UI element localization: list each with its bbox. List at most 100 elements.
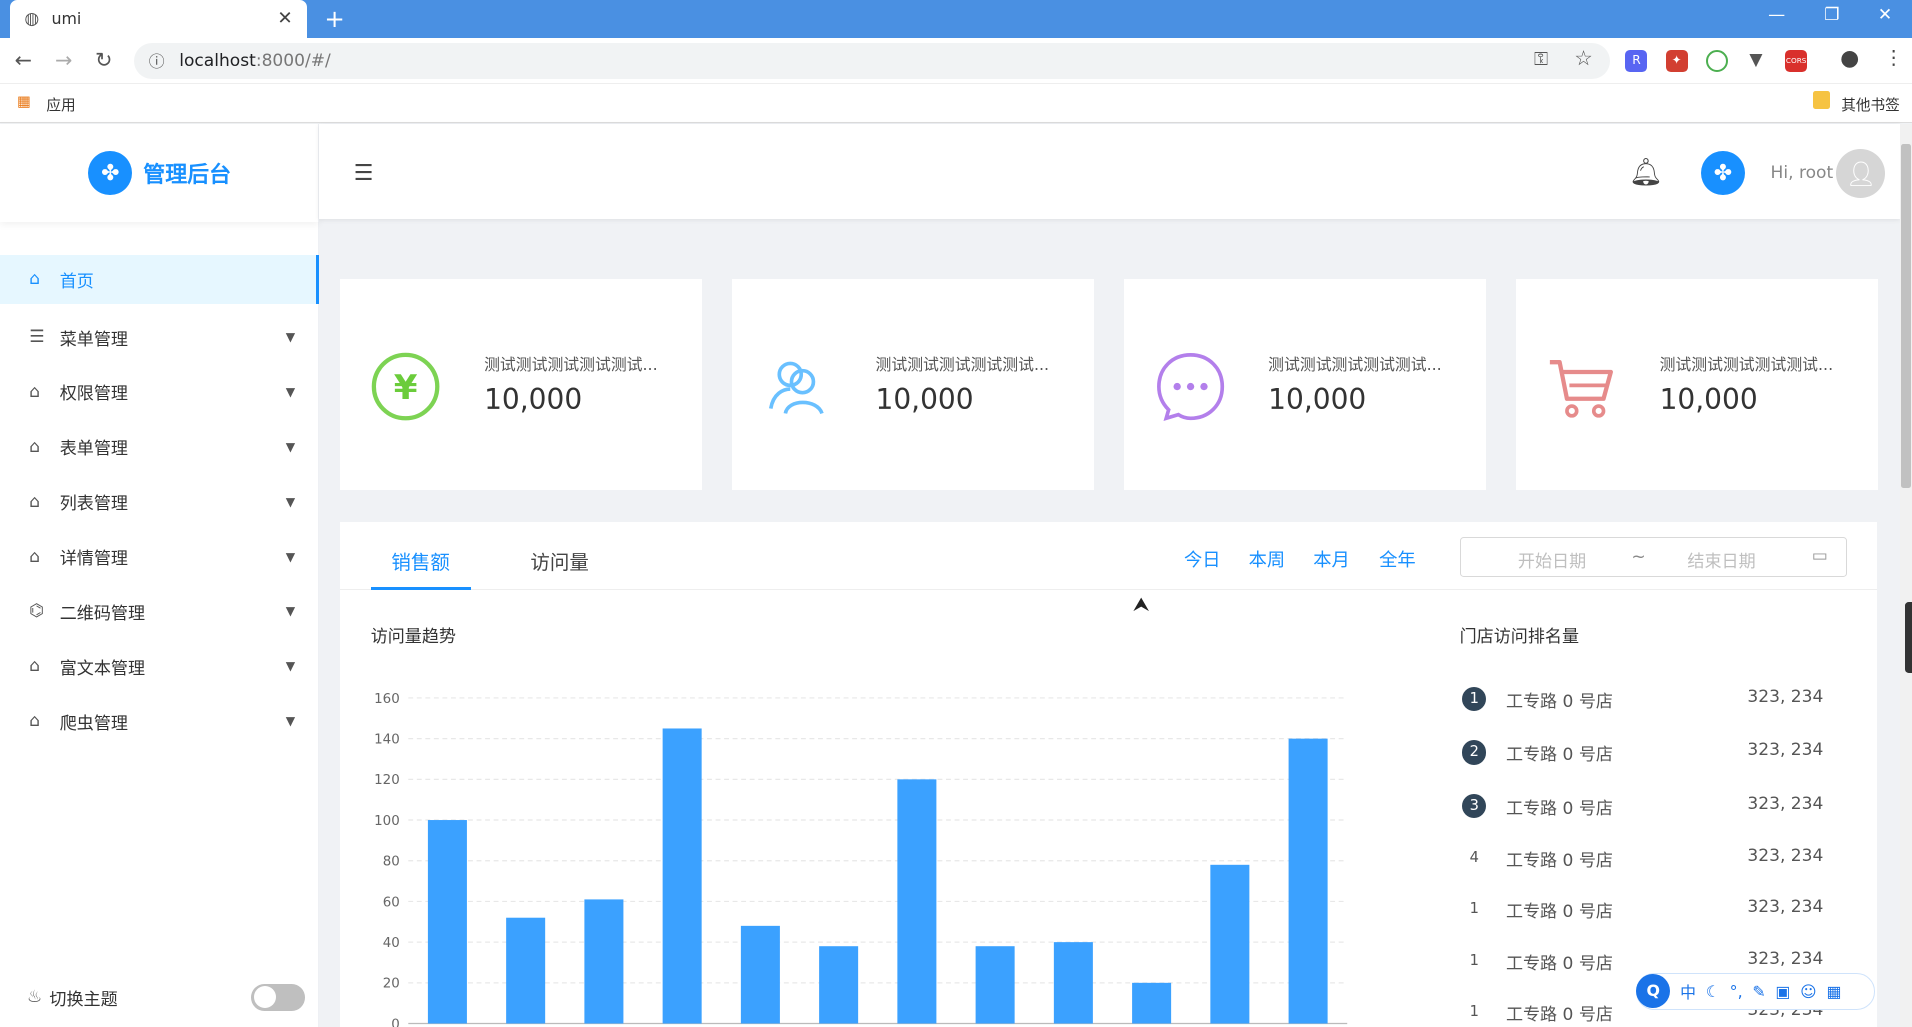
- sidebar-item-home[interactable]: ⌂ 首页: [0, 254, 320, 304]
- chevron-down-icon: ▼: [285, 659, 296, 674]
- user-greeting[interactable]: Hi, root: [1771, 163, 1834, 183]
- stat-card: 测试测试测试测试测试... 10,000: [731, 279, 1094, 491]
- punct-icon[interactable]: °,: [1730, 982, 1743, 1001]
- chart-bar[interactable]: [819, 945, 859, 1024]
- y-tick-label: 0: [391, 1017, 400, 1027]
- apps-grid-icon[interactable]: ▦: [17, 93, 31, 110]
- browser-tab[interactable]: ◍ umi ✕: [9, 0, 308, 38]
- clipboard-icon[interactable]: ▣: [1775, 982, 1790, 1001]
- y-tick-label: 40: [383, 936, 400, 951]
- sidebar-item-qrcode[interactable]: ⌬ 二维码管理 ▼: [0, 584, 319, 639]
- minimize-icon[interactable]: —: [1768, 5, 1785, 25]
- chevron-down-icon: ▼: [285, 330, 296, 345]
- url-bar[interactable]: ⓘ localhost:8000/#/: [134, 42, 1610, 80]
- date-range-picker[interactable]: 开始日期 ~ 结束日期 ▭: [1459, 536, 1848, 577]
- y-tick-label: 20: [383, 976, 400, 991]
- star-icon[interactable]: ☆: [1574, 46, 1593, 70]
- extension-puzzle-icon[interactable]: ✦: [1665, 49, 1688, 72]
- chart-bar[interactable]: [428, 819, 468, 1024]
- bookmark-apps[interactable]: 应用: [46, 94, 75, 115]
- store-name: 工专路 0 号店: [1505, 1004, 1613, 1025]
- sidebar-item-detail[interactable]: ⌂ 详情管理 ▼: [0, 529, 319, 584]
- chart-bar[interactable]: [1054, 941, 1094, 1024]
- sidebar-item-list[interactable]: ⌂ 列表管理 ▼: [0, 474, 319, 529]
- filter-year[interactable]: 全年: [1379, 546, 1416, 572]
- rank-number: 1: [1469, 1002, 1479, 1020]
- back-icon[interactable]: ←: [15, 48, 32, 72]
- sidebar-item-crawler[interactable]: ⌂ 爬虫管理 ▼: [0, 694, 319, 749]
- scrollbar-thumb[interactable]: [1901, 143, 1911, 488]
- close-window-icon[interactable]: ✕: [1878, 5, 1892, 25]
- sales-panel: 销售额 访问量 今日 本周 本月 全年 开始日期 ~ 结束日期 ▭ 访问量趋势 …: [340, 521, 1877, 1027]
- fan-logo-icon[interactable]: ✤: [1701, 151, 1745, 196]
- smile-icon[interactable]: ☺: [1800, 982, 1817, 1001]
- extension-cors-icon[interactable]: CORS: [1785, 49, 1808, 72]
- maximize-icon[interactable]: ❐: [1824, 5, 1839, 25]
- logo[interactable]: ✤ 管理后台: [0, 124, 319, 222]
- users-icon: [768, 361, 824, 415]
- chart-bar[interactable]: [662, 728, 702, 1024]
- filter-week[interactable]: 本周: [1249, 546, 1286, 572]
- ime-toolbar[interactable]: Q 中 ☾ °, ✎ ▣ ☺ ▦: [1636, 973, 1876, 1010]
- tab-visits[interactable]: 访问量: [530, 546, 589, 575]
- account-icon[interactable]: ●: [1840, 46, 1859, 71]
- extension-r-icon[interactable]: R: [1625, 49, 1648, 72]
- sidebar-item-form[interactable]: ⌂ 表单管理 ▼: [0, 419, 319, 474]
- home-icon: ⌂: [29, 491, 41, 512]
- start-date-input[interactable]: 开始日期: [1518, 547, 1586, 572]
- bookmark-other[interactable]: 其他书签: [1841, 94, 1900, 115]
- chart-bar[interactable]: [1210, 864, 1250, 1024]
- chart-bar[interactable]: [741, 925, 781, 1024]
- bell-icon[interactable]: 🔔︎: [1629, 156, 1663, 188]
- cart-icon: [1549, 360, 1613, 418]
- tab-sales[interactable]: 销售额: [391, 546, 450, 575]
- home-icon: ⌂: [29, 546, 41, 567]
- new-tab-button[interactable]: +: [324, 4, 344, 33]
- filter-today[interactable]: 今日: [1184, 546, 1221, 572]
- chart-bar[interactable]: [897, 778, 937, 1024]
- close-tab-icon[interactable]: ✕: [277, 8, 292, 29]
- chart-bar[interactable]: [975, 945, 1015, 1024]
- browser-menu-icon[interactable]: ⋮: [1884, 46, 1904, 69]
- forward-icon[interactable]: →: [55, 48, 72, 72]
- key-icon[interactable]: ⚿: [1534, 49, 1548, 70]
- chart-bar[interactable]: [584, 898, 624, 1024]
- logo-text: 管理后台: [143, 162, 232, 188]
- stat-card: 测试测试测试测试测试... 10,000: [1515, 279, 1878, 491]
- bar-chart: 0 20 40 60 80 100 120 140 160: [374, 691, 1348, 1027]
- reload-icon[interactable]: ↻: [95, 48, 112, 72]
- ime-logo[interactable]: Q: [1636, 974, 1671, 1009]
- grid-icon[interactable]: ▦: [1826, 982, 1841, 1001]
- browser-titlebar: ◍ umi ✕ + — ❐ ✕: [0, 0, 1912, 38]
- menu-fold-icon[interactable]: ☰: [354, 161, 374, 186]
- home-icon: ⌂: [29, 381, 41, 402]
- extension-vue-icon[interactable]: ▼: [1744, 49, 1767, 72]
- store-name: 工专路 0 号店: [1505, 851, 1613, 872]
- theme-switch[interactable]: [251, 984, 305, 1011]
- ime-lang[interactable]: 中: [1680, 980, 1696, 1003]
- filter-month[interactable]: 本月: [1313, 546, 1350, 572]
- home-icon: ⌂: [29, 711, 41, 732]
- wrench-icon[interactable]: ✎: [1752, 982, 1765, 1001]
- store-name: 工专路 0 号店: [1505, 745, 1613, 766]
- sidebar: ✤ 管理后台 ⌂ 首页 ☰ 菜单管理 ▼ ⌂ 权限管理 ▼ ⌂ 表单管理 ▼ ⌂ 列表管理 ▼ ⌂…: [0, 124, 320, 1027]
- url-text: localhost:8000/#/: [179, 50, 331, 71]
- chart-bar[interactable]: [1288, 738, 1328, 1024]
- info-icon: ⓘ: [148, 52, 165, 72]
- rank-number: 4: [1469, 849, 1479, 867]
- chevron-down-icon: ▼: [285, 714, 296, 729]
- avatar[interactable]: 👤︎: [1836, 148, 1886, 198]
- sidebar-item-permission[interactable]: ⌂ 权限管理 ▼: [0, 365, 319, 420]
- chevron-down-icon: ▼: [285, 549, 296, 564]
- chart-bar[interactable]: [1132, 982, 1172, 1024]
- store-name: 工专路 0 号店: [1505, 691, 1613, 712]
- side-handle[interactable]: [1904, 602, 1912, 674]
- stat-title: 测试测试测试测试测试...: [875, 355, 1050, 375]
- end-date-input[interactable]: 结束日期: [1687, 547, 1755, 572]
- store-visits: 323, 234: [1747, 740, 1824, 761]
- chart-bar[interactable]: [506, 917, 546, 1024]
- sidebar-item-menu[interactable]: ☰ 菜单管理 ▼: [0, 310, 319, 365]
- sidebar-item-richtext[interactable]: ⌂ 富文本管理 ▼: [0, 639, 319, 694]
- moon-icon[interactable]: ☾: [1706, 982, 1720, 1001]
- extension-circle-icon[interactable]: [1705, 49, 1728, 72]
